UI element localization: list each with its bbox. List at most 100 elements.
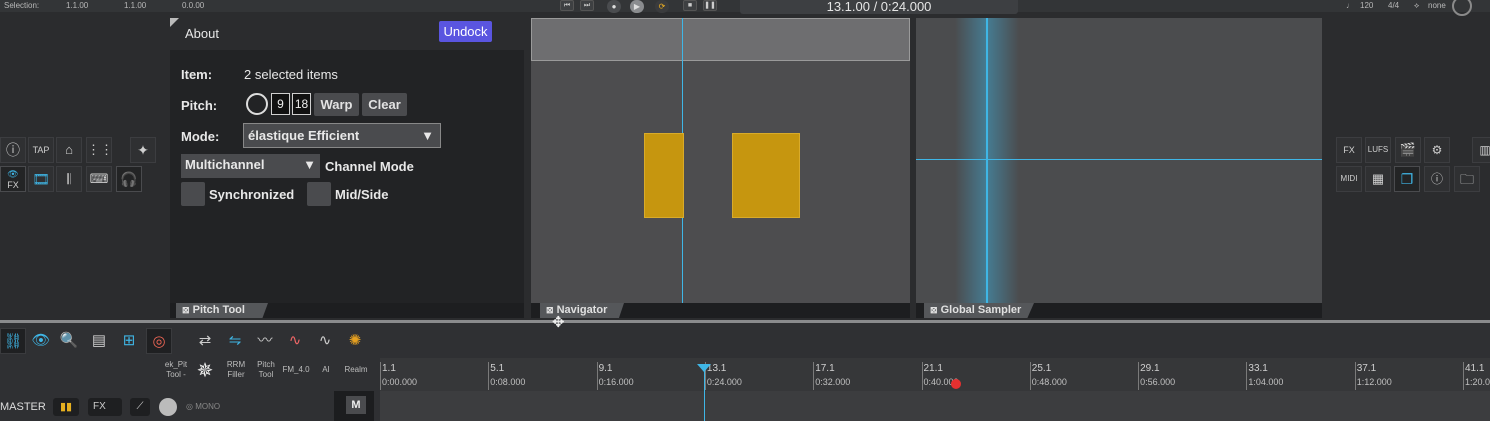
close-icon[interactable]: ⊠ [182, 305, 190, 315]
ruler-time-label: 0:24.000 [706, 377, 742, 387]
tab-pitch-tool[interactable]: ⊠ Pitch Tool [176, 303, 268, 318]
toolbar-label-1[interactable]: ek_Pit Tool - [160, 360, 192, 380]
snap-value[interactable]: none [1428, 1, 1446, 11]
time-display[interactable]: 13.1.00 / 0:24.000 [740, 0, 1018, 14]
chip-info-icon[interactable]: ⚙ [1424, 137, 1450, 163]
ruler-time-label: 0:48.000 [1031, 377, 1067, 387]
mute-button[interactable]: M [346, 396, 366, 414]
toolbar-label-3[interactable]: Pitch Tool [252, 360, 280, 380]
master-track-lane[interactable] [380, 391, 1490, 421]
cluster-icon[interactable]: ✦ [130, 137, 156, 163]
info-icon[interactable]: ⓘ [0, 137, 26, 163]
pitch-semitones-field[interactable]: 9 [271, 93, 290, 115]
selection-end[interactable]: 1.1.00 [124, 1, 146, 11]
keyboard-icon[interactable]: ⌨ [86, 166, 112, 192]
fx-button[interactable]: FX [1336, 137, 1362, 163]
info-box-icon[interactable]: ⓘ [1424, 166, 1450, 192]
channel-value: Multichannel [185, 157, 265, 172]
envelope-icon[interactable]: ⟋ [130, 398, 150, 416]
channel-dropdown[interactable]: Multichannel ▼ [181, 154, 320, 178]
chevron-down-icon: ▼ [421, 128, 434, 143]
piano-icon[interactable]: 𝄃 [56, 166, 82, 192]
tempo-value[interactable]: 120 [1360, 1, 1373, 11]
headphones-icon[interactable]: 🎧 [116, 166, 142, 192]
warp-button[interactable]: Warp [314, 93, 359, 116]
toolbar-label-2[interactable]: RRM Filler [222, 360, 250, 380]
go-to-end-icon[interactable]: ⏭ [580, 0, 594, 11]
metronome-icon[interactable]: ⌂ [56, 137, 82, 163]
record-icon[interactable]: ● [607, 0, 621, 13]
navigator-item[interactable] [732, 133, 800, 218]
marker-red-icon[interactable] [951, 379, 961, 389]
ruler-time-label: 0:08.000 [490, 377, 526, 387]
realm-icon[interactable]: ✺ [342, 328, 368, 354]
snap-icon[interactable]: ⟡ [1414, 1, 1419, 11]
video-icon[interactable]: 🎞 [28, 166, 54, 192]
item-label: Item: [181, 67, 213, 82]
master-pan-knob[interactable] [159, 398, 177, 416]
windows-icon[interactable]: ❐ [1394, 166, 1420, 192]
script-icon[interactable]: ⇄ [192, 328, 218, 354]
play-icon[interactable]: ▶ [630, 0, 644, 13]
toolbar-label-6[interactable]: Realm [340, 365, 372, 375]
pitch-label: Pitch: [181, 98, 218, 113]
navigator-item[interactable] [644, 133, 684, 218]
fx-label: FX [7, 180, 19, 190]
grid-icon[interactable]: ▦ [1365, 166, 1391, 192]
layout-icon[interactable]: ▤ [86, 328, 112, 354]
ruler-bar-label: 9.1 [598, 363, 613, 374]
pitch-knob[interactable] [246, 93, 268, 115]
star-icon[interactable]: ✵ [192, 358, 218, 384]
swap-icon[interactable]: ⇋ [222, 328, 248, 354]
fx-visibility-button[interactable]: 👁 FX [0, 166, 26, 192]
clapboard-icon[interactable]: 🎬 [1395, 137, 1421, 163]
master-volume-knob[interactable] [1452, 0, 1472, 16]
eye-icon[interactable]: 👁 [28, 328, 54, 354]
mode-dropdown[interactable]: élastique Efficient ▼ [243, 123, 441, 148]
wave-box-icon[interactable]: 〰 [252, 328, 278, 354]
toolbar-label-4[interactable]: FM_4.0 [280, 365, 312, 375]
tree-icon[interactable]: ⊞ [116, 328, 142, 354]
toolbar-label-5[interactable]: AI [312, 365, 340, 375]
go-to-start-icon[interactable]: ⏮ [560, 0, 574, 11]
tab-pitch-tool-label: Pitch Tool [192, 304, 245, 316]
pitch-cents-field[interactable]: 18 [292, 93, 311, 115]
timesig-value[interactable]: 4/4 [1388, 1, 1399, 11]
chevron-down-icon: ▼ [303, 157, 316, 172]
close-icon[interactable]: ⊠ [930, 305, 938, 315]
grid-dots-icon[interactable]: ⋮⋮ [86, 137, 113, 163]
about-link[interactable]: About [185, 26, 219, 41]
wave-red-icon[interactable]: ∿ [282, 328, 308, 354]
ruler-bar-label: 41.1 [1465, 363, 1485, 374]
undock-button[interactable]: Undock [439, 21, 492, 42]
repeat-icon[interactable]: ⟳ [655, 0, 669, 13]
metronome-icon[interactable]: ♩ [1346, 1, 1354, 11]
lufs-button[interactable]: LUFS [1365, 137, 1391, 163]
color-wheel-icon[interactable]: ◎ [146, 328, 172, 354]
ruler-tick [813, 362, 815, 390]
search-icon[interactable]: 🔍 [56, 328, 82, 354]
midside-label: Mid/Side [335, 187, 389, 202]
stop-icon[interactable]: ■ [683, 0, 697, 11]
folder-icon[interactable]: 🗀 [1454, 166, 1480, 192]
master-fx-button[interactable]: FX [88, 398, 122, 416]
envelope-link-icon[interactable]: ⛓ [0, 328, 26, 354]
ruler-tick [1138, 362, 1140, 390]
mono-toggle[interactable]: ◎ MONO [186, 399, 236, 415]
navigator-view-window[interactable] [531, 18, 910, 61]
midside-checkbox[interactable] [307, 182, 331, 206]
selection-length[interactable]: 0.0.00 [182, 1, 204, 11]
panel-divider[interactable] [0, 320, 1490, 323]
tap-tempo-button[interactable]: TAP [28, 137, 54, 163]
tab-global-sampler[interactable]: ⊠ Global Sampler [924, 303, 1034, 318]
ruler-bar-label: 21.1 [923, 363, 943, 374]
ruler-bar-label: 1.1 [382, 363, 396, 374]
clear-button[interactable]: Clear [362, 93, 407, 116]
selection-start[interactable]: 1.1.00 [66, 1, 88, 11]
synchronized-checkbox[interactable] [181, 182, 205, 206]
midi-button[interactable]: MIDI [1336, 166, 1362, 192]
pause-icon[interactable]: ❚❚ [703, 0, 717, 11]
wave-info-icon[interactable]: ∿ [312, 328, 338, 354]
mixer-icon[interactable]: ▥ [1472, 137, 1490, 163]
meter-icon[interactable]: ▮▮ [53, 398, 79, 416]
